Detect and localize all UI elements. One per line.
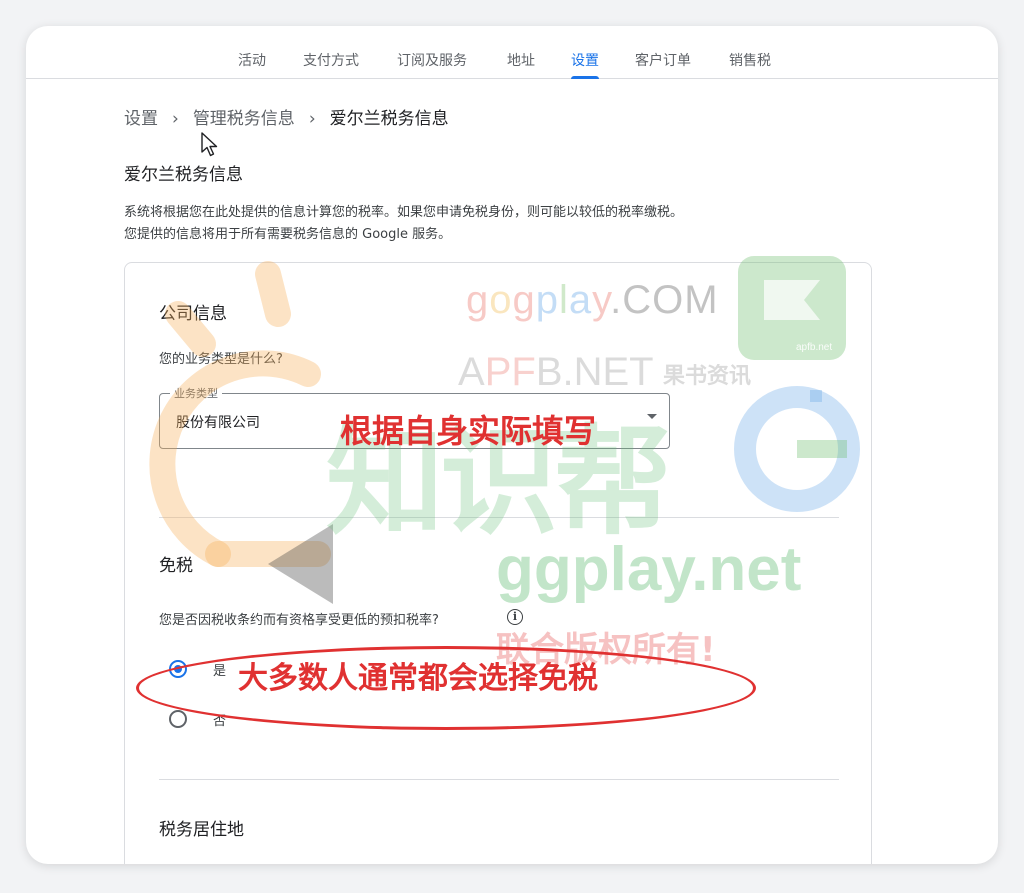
tab-subscriptions[interactable]: 订阅及服务 [397,50,467,78]
exemption-question: 您是否因税收条约而有资格享受更低的预扣税率? [159,613,439,628]
tax-info-card: 公司信息 您的业务类型是什么? 业务类型 股份有限公司 免税 您是否因税收条约而… [124,262,872,864]
breadcrumb-separator: › [172,109,179,129]
annotation-fill-hint: 根据自身实际填写 [340,412,597,450]
chevron-down-icon [647,414,657,419]
business-type-value: 股份有限公司 [176,415,260,431]
breadcrumb-settings[interactable]: 设置 [124,109,158,129]
tab-sales-tax[interactable]: 销售税 [729,50,771,78]
top-tab-bar: 活动 支付方式 订阅及服务 地址 设置 客户订单 销售税 [26,26,998,79]
breadcrumb-manage-tax-info[interactable]: 管理税务信息 [193,109,295,129]
browser-window: 活动 支付方式 订阅及服务 地址 设置 客户订单 销售税 设置 › 管理税务信息 › 爱… [26,26,998,864]
annotation-exempt-hint: 大多数人通常都会选择免税 [238,661,598,696]
page-title: 爱尔兰税务信息 [124,165,243,185]
exemption-title: 免税 [159,556,193,576]
tab-settings[interactable]: 设置 [571,50,599,79]
breadcrumb: 设置 › 管理税务信息 › 爱尔兰税务信息 [124,104,449,129]
breadcrumb-separator: › [308,109,316,129]
mouse-pointer-icon [201,132,218,157]
tab-customer-orders[interactable]: 客户订单 [635,50,691,78]
business-type-question: 您的业务类型是什么? [159,352,283,367]
tax-residence-title: 税务居住地 [159,820,244,840]
radio-no[interactable] [169,710,187,728]
section-divider [159,517,839,518]
tab-payment-methods[interactable]: 支付方式 [303,50,359,78]
tab-addresses[interactable]: 地址 [507,50,535,78]
info-circle-icon[interactable]: i [507,609,523,625]
breadcrumb-current: 爱尔兰税务信息 [329,109,449,129]
business-type-label: 业务类型 [170,385,222,401]
company-info-title: 公司信息 [159,304,227,324]
page-description: 系统将根据您在此处提供的信息计算您的税率。如果您申请免税身份，则可能以较低的税率… [124,205,684,242]
section-divider [159,779,839,780]
tab-activity[interactable]: 活动 [238,50,266,78]
